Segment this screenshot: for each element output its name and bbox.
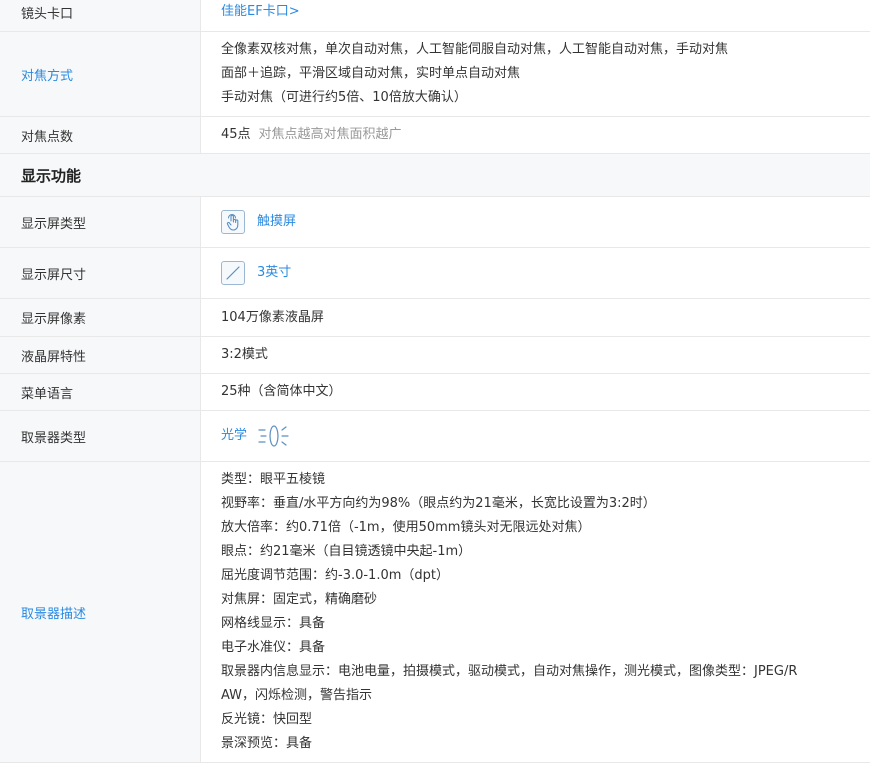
spec-value-viewfinder-type: 光学 (201, 411, 870, 461)
spec-value-lcd-feature: 3:2模式 (221, 347, 268, 362)
spec-row-screen-size: 显示屏尺寸 3英寸 (0, 248, 870, 299)
spec-label-screen-pixels: 显示屏像素 (0, 299, 201, 336)
spec-value-menu-language: 25种（含简体中文） (221, 384, 342, 399)
spec-row-lcd-feature: 液晶屏特性 3:2模式 (0, 337, 870, 374)
spec-row-af-points: 对焦点数 45点 对焦点越高对焦面积越广 (0, 117, 870, 154)
spec-row-screen-type: 显示屏类型 触摸屏 (0, 197, 870, 248)
spec-row-menu-language: 菜单语言 25种（含简体中文） (0, 374, 870, 411)
spec-label-mount: 镜头卡口 (0, 0, 201, 31)
spec-value-viewfinder-desc: 类型：眼平五棱镜 视野率：垂直/水平方向约为98%（眼点约为21毫米，长宽比设置… (201, 462, 870, 762)
spec-table: 镜头卡口 佳能EF卡口> 对焦方式 全像素双核对焦，单次自动对焦，人工智能伺服自… (0, 0, 870, 763)
viewfinder-desc-line: AW，闪烁检测，警告指示 (221, 688, 373, 703)
spec-label-viewfinder-type: 取景器类型 (0, 411, 201, 461)
af-points-hint: 对焦点越高对焦面积越广 (258, 127, 402, 142)
spec-label-af-points: 对焦点数 (0, 117, 201, 153)
spec-row-screen-pixels: 显示屏像素 104万像素液晶屏 (0, 299, 870, 337)
spec-label-lcd-feature: 液晶屏特性 (0, 337, 201, 373)
viewfinder-desc-line: 取景器内信息显示：电池电量，拍摄模式，驱动模式，自动对焦操作，测光模式，图像类型… (221, 664, 798, 679)
screen-size-link[interactable]: 3英寸 (257, 261, 291, 285)
spec-label-screen-size: 显示屏尺寸 (0, 248, 201, 298)
spec-value-screen-pixels: 104万像素液晶屏 (221, 309, 324, 325)
mount-link[interactable]: 佳能EF卡口> (221, 0, 300, 24)
spec-label-menu-language: 菜单语言 (0, 374, 201, 410)
spec-value-af-points: 45点 对焦点越高对焦面积越广 (201, 117, 870, 153)
viewfinder-type-link[interactable]: 光学 (221, 424, 247, 448)
viewfinder-desc-line: 屈光度调节范围：约-3.0-1.0m（dpt） (221, 568, 449, 583)
spec-row-viewfinder-type: 取景器类型 光学 (0, 411, 870, 462)
viewfinder-desc-line: 对焦屏：固定式，精确磨砂 (221, 592, 378, 607)
viewfinder-desc-line: 反光镜：快回型 (221, 712, 313, 727)
af-method-line: 全像素双核对焦，单次自动对焦，人工智能伺服自动对焦，人工智能自动对焦，手动对焦 (221, 42, 729, 57)
screen-diagonal-icon (221, 261, 245, 285)
spec-value-screen-size: 3英寸 (201, 248, 870, 298)
spec-label-viewfinder-desc-link[interactable]: 取景器描述 (0, 462, 201, 762)
spec-row-mount: 镜头卡口 佳能EF卡口> (0, 0, 870, 32)
touch-icon (221, 210, 245, 234)
spec-label-af-method-link[interactable]: 对焦方式 (0, 32, 201, 116)
screen-type-link[interactable]: 触摸屏 (257, 210, 296, 234)
af-method-line: 手动对焦（可进行约5倍、10倍放大确认） (221, 90, 467, 105)
viewfinder-desc-line: 电子水准仪：具备 (221, 640, 326, 655)
af-points-value: 45点 (221, 127, 251, 142)
viewfinder-desc-line: 网格线显示：具备 (221, 616, 326, 631)
viewfinder-desc-line: 景深预览：具备 (221, 736, 313, 751)
spec-row-af-method: 对焦方式 全像素双核对焦，单次自动对焦，人工智能伺服自动对焦，人工智能自动对焦，… (0, 32, 870, 117)
optical-viewfinder-icon (257, 423, 291, 449)
viewfinder-desc-line: 放大倍率：约0.71倍（-1m，使用50mm镜头对无限远处对焦） (221, 520, 591, 535)
spec-value-mount: 佳能EF卡口> (201, 0, 870, 31)
viewfinder-desc-line: 视野率：垂直/水平方向约为98%（眼点约为21毫米，长宽比设置为3:2时） (221, 496, 656, 511)
af-method-line: 面部＋追踪，平滑区域自动对焦，实时单点自动对焦 (221, 66, 521, 81)
viewfinder-desc-line: 类型：眼平五棱镜 (221, 472, 326, 487)
spec-value-af-method: 全像素双核对焦，单次自动对焦，人工智能伺服自动对焦，人工智能自动对焦，手动对焦 … (201, 32, 870, 116)
spec-value-screen-type: 触摸屏 (201, 197, 870, 247)
viewfinder-desc-line: 眼点：约21毫米（自目镜透镜中央起-1m） (221, 544, 472, 559)
section-title-display: 显示功能 (0, 154, 870, 197)
spec-row-viewfinder-desc: 取景器描述 类型：眼平五棱镜 视野率：垂直/水平方向约为98%（眼点约为21毫米… (0, 462, 870, 763)
spec-label-screen-type: 显示屏类型 (0, 197, 201, 247)
